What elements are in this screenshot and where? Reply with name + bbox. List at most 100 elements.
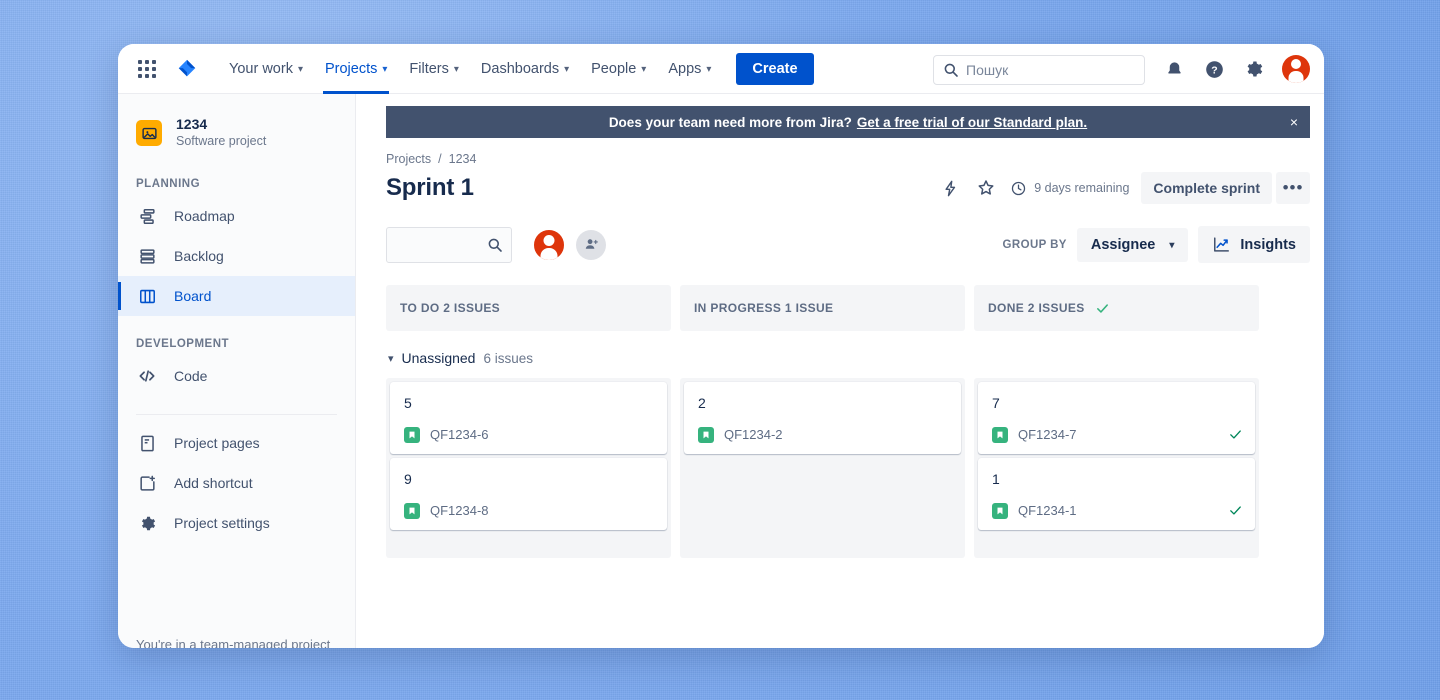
issue-key[interactable]: QF1234-6 [430,427,489,442]
close-icon[interactable]: × [1290,114,1298,130]
column-header-label: DONE 2 ISSUES [988,301,1085,315]
insights-button[interactable]: Insights [1198,226,1310,263]
settings-gear-icon[interactable] [1242,57,1266,81]
sidebar-item-add-shortcut[interactable]: Add shortcut [118,463,355,503]
group-name: Unassigned [401,350,476,366]
nav-item-filters[interactable]: Filters ▾ [398,44,470,94]
svg-text:?: ? [1211,64,1217,76]
issue-done-check-icon [1228,427,1243,442]
issue-meta: QF1234-8 [404,502,655,519]
issue-key[interactable]: QF1234-2 [724,427,783,442]
issue-card[interactable]: 7 QF1234-7 [978,382,1255,454]
create-button[interactable]: Create [736,52,814,85]
project-avatar-icon [136,120,162,146]
sidebar-item-label: Add shortcut [174,475,253,491]
sidebar-item-label: Project pages [174,435,260,451]
story-type-icon [404,426,420,443]
chevron-down-icon: ▾ [706,63,712,75]
column-header: TO DO 2 ISSUES [386,285,671,331]
column-drop-zone[interactable]: 7 QF1234-7 1 QF1234-1 [974,378,1259,558]
issue-summary: 9 [404,470,412,487]
nav-item-label: Dashboards [480,60,560,77]
help-icon[interactable]: ? [1202,57,1226,81]
nav-item-your-work[interactable]: Your work ▾ [218,44,314,94]
clock-icon [1012,181,1026,195]
sidebar-item-code[interactable]: Code [118,356,355,396]
avatar[interactable] [532,227,566,262]
group-row-unassigned[interactable]: ▾ Unassigned 6 issues [386,336,671,378]
nav-right-actions: ? [1162,44,1310,94]
nav-item-dashboards[interactable]: Dashboards ▾ [470,44,580,94]
issue-meta: QF1234-7 [992,426,1243,443]
page-title: Sprint 1 [386,174,474,201]
user-avatar[interactable] [1282,55,1310,83]
sidebar-item-project-settings[interactable]: Project settings [118,503,355,543]
sidebar-section-planning: PLANNING [136,178,201,190]
issue-meta: QF1234-6 [404,426,655,443]
breadcrumb-project[interactable]: 1234 [449,152,477,166]
board-column-done: DONE 2 ISSUES ▾ [974,285,1259,558]
nav-item-label: Projects [324,60,378,77]
story-type-icon [992,426,1008,443]
project-header[interactable]: 1234 Software project [118,110,355,156]
issue-key[interactable]: QF1234-7 [1018,427,1077,442]
column-header-label: IN PROGRESS 1 ISSUE [694,301,834,315]
star-icon[interactable] [970,172,1002,204]
add-shortcut-icon [136,474,158,493]
nav-item-apps[interactable]: Apps ▾ [657,44,722,94]
column-body: ▾ 7 QF1234-7 [974,336,1259,558]
nav-item-projects[interactable]: Projects ▾ [314,44,398,94]
gear-icon [136,514,158,533]
sidebar-item-roadmap[interactable]: Roadmap [118,196,355,236]
sidebar-item-project-pages[interactable]: Project pages [118,423,355,463]
group-by-select[interactable]: Assignee ▾ [1076,227,1189,262]
issue-key[interactable]: QF1234-1 [1018,503,1077,518]
app-switcher-icon[interactable] [134,56,160,82]
column-drop-zone[interactable]: 5 QF1234-6 9 QF1234-8 [386,378,671,558]
nav-menu: Your work ▾ Projects ▾ Filters ▾ Dashboa… [218,44,814,94]
search-input[interactable] [933,55,1145,85]
issue-card[interactable]: 2 QF1234-2 [684,382,961,454]
story-type-icon [992,502,1008,519]
column-drop-zone[interactable]: 2 QF1234-2 [680,378,965,558]
group-by-label: GROUP BY [1002,238,1067,251]
column-header: DONE 2 ISSUES [974,285,1259,331]
issue-key[interactable]: QF1234-8 [430,503,489,518]
search-icon [944,63,958,77]
board-main: Does your team need more from Jira? Get … [356,94,1324,648]
chevron-down-icon: ▾ [382,63,388,75]
breadcrumb-separator: / [438,152,442,166]
app-body: 1234 Software project PLANNING Roadmap B… [118,94,1324,648]
add-people-icon[interactable] [576,229,606,260]
issue-summary: 5 [404,395,412,411]
nav-item-label: Apps [668,60,702,77]
issue-meta: QF1234-2 [698,426,949,443]
sprint-header-row: Sprint 1 9 days remaining Complete sprin… [386,172,1310,204]
breadcrumb: Projects / 1234 [386,152,1310,166]
banner-link[interactable]: Get a free trial of our Standard plan. [857,115,1087,130]
upgrade-banner: Does your team need more from Jira? Get … [386,106,1310,138]
board-toolbar: GROUP BY Assignee ▾ Insights [386,226,1310,263]
sidebar-item-backlog[interactable]: Backlog [118,236,355,276]
pages-icon [136,434,158,453]
sprint-actions: 9 days remaining Complete sprint ••• [934,172,1310,204]
sidebar-item-board[interactable]: Board [118,276,355,316]
issue-card[interactable]: 1 QF1234-1 [978,457,1255,530]
sidebar-item-label: Project settings [174,515,270,531]
issue-card[interactable]: 9 QF1234-8 [390,457,667,530]
notifications-icon[interactable] [1162,57,1186,81]
backlog-icon [136,247,158,266]
more-actions-button[interactable]: ••• [1276,172,1310,204]
project-sidebar: 1234 Software project PLANNING Roadmap B… [118,94,356,648]
issue-summary: 2 [698,395,706,411]
chevron-down-icon: ▾ [388,352,394,365]
lightning-bolt-icon[interactable] [934,172,966,204]
issue-card[interactable]: 5 QF1234-6 [390,382,667,454]
complete-sprint-button[interactable]: Complete sprint [1141,172,1272,204]
group-count: 6 issues [483,350,533,366]
issue-meta: QF1234-1 [992,502,1243,519]
jira-logo-icon[interactable] [172,54,202,84]
breadcrumb-projects[interactable]: Projects [386,152,431,166]
sidebar-item-label: Backlog [174,248,224,264]
nav-item-people[interactable]: People ▾ [580,44,657,94]
